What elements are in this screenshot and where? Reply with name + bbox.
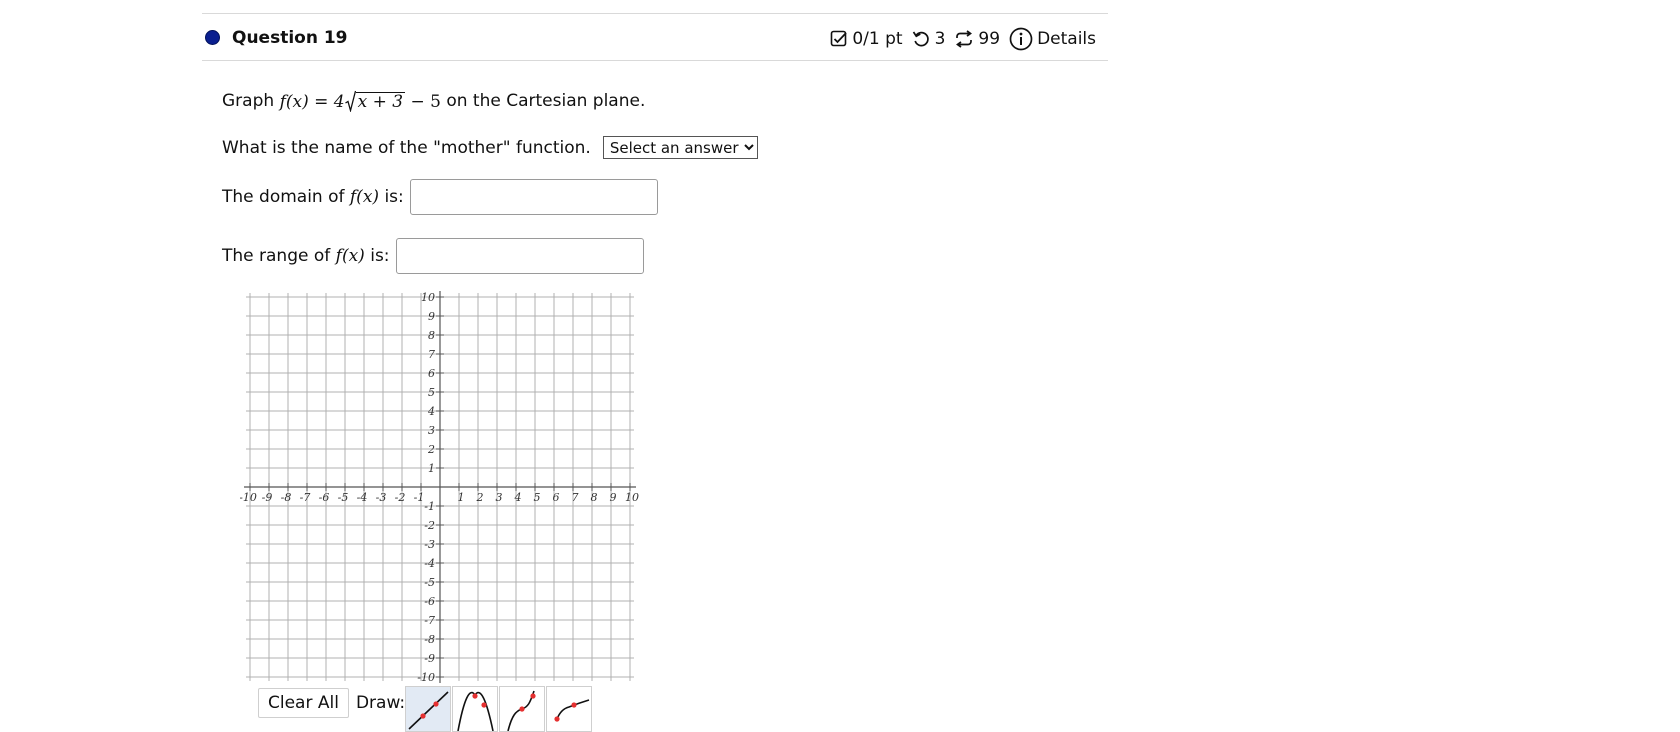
y-tick-label: -5 — [424, 576, 435, 589]
x-tick-label: 10 — [625, 491, 639, 504]
status-dot — [205, 30, 220, 45]
formula-lhs: f(x) = 4 — [279, 92, 345, 112]
range-row: The range of f(x) is: — [222, 238, 644, 274]
range-label: The range of — [222, 246, 331, 266]
parabola-tool-button[interactable] — [452, 686, 498, 732]
formula-radicand: x + 3 — [355, 92, 406, 112]
x-tick-label: 8 — [591, 491, 598, 504]
y-tick-label: -4 — [424, 557, 435, 570]
line-tool-button[interactable] — [405, 686, 451, 732]
x-tick-label: -3 — [376, 491, 387, 504]
x-tick-label: -4 — [357, 491, 368, 504]
prompt-prefix: Graph — [222, 91, 275, 111]
x-tick-label: 4 — [514, 491, 522, 504]
attempts-count: 99 — [978, 29, 1001, 49]
info-icon — [1009, 27, 1033, 51]
clear-all-button[interactable]: Clear All — [258, 688, 349, 718]
function-formula: f(x) = 4 x + 3 − 5 — [280, 90, 441, 112]
undo-icon — [912, 31, 929, 47]
domain-function-name: f(x) — [349, 187, 380, 207]
y-tick-label: -2 — [424, 519, 435, 532]
y-tick-label: -10 — [417, 671, 435, 684]
x-tick-label: 5 — [534, 491, 541, 504]
y-tick-label: 10 — [421, 291, 435, 304]
x-tick-label: -5 — [338, 491, 349, 504]
x-tick-label: -9 — [262, 491, 273, 504]
x-tick-label: 3 — [496, 491, 503, 504]
y-tick-label: 2 — [427, 443, 435, 456]
y-tick-label: 6 — [428, 367, 435, 380]
y-tick-label: 5 — [428, 386, 435, 399]
domain-input[interactable] — [409, 179, 658, 215]
points-indicator: 0/1 pt — [830, 29, 903, 49]
graph-toolbar: Clear All Draw: — [258, 688, 411, 718]
y-tick-label: 4 — [427, 405, 435, 418]
parabola-tool-icon — [457, 691, 494, 731]
y-tick-label: -6 — [424, 595, 435, 608]
x-tick-label: 6 — [553, 491, 560, 504]
sqrt-tool-button[interactable] — [546, 686, 592, 732]
cubic-tool-icon — [507, 690, 536, 731]
y-tick-label: 7 — [428, 348, 435, 361]
attempts-indicator: 99 — [954, 29, 1000, 49]
details-button[interactable]: Details — [1009, 27, 1096, 51]
y-tick-label: 3 — [428, 424, 435, 437]
x-tick-label: -1 — [414, 491, 425, 504]
domain-row: The domain of f(x) is: — [222, 179, 658, 215]
y-tick-label: -9 — [424, 652, 435, 665]
mother-function-select[interactable]: Select an answer — [602, 136, 758, 159]
mother-function-label: What is the name of the "mother" functio… — [222, 137, 591, 158]
x-tick-label: 1 — [458, 491, 465, 504]
domain-label-suffix: is: — [384, 187, 404, 207]
x-tick-label: 7 — [572, 491, 579, 504]
y-tick-label: -1 — [424, 500, 435, 513]
prompt-suffix: on the Cartesian plane. — [446, 91, 646, 111]
radical-sign-icon — [344, 90, 356, 112]
points-text: 0/1 pt — [852, 29, 903, 49]
y-tick-label: 1 — [428, 462, 435, 475]
range-function-name: f(x) — [335, 246, 365, 266]
range-input[interactable] — [395, 238, 644, 274]
question-meta: 0/1 pt 3 99 Details — [821, 27, 1096, 51]
x-tick-label: -7 — [300, 491, 311, 504]
draw-label: Draw: — [355, 693, 406, 713]
formula-rest: − 5 — [410, 92, 441, 112]
y-tick-label: -8 — [424, 633, 435, 646]
draw-tools — [405, 686, 593, 732]
domain-label: The domain of — [222, 187, 345, 207]
question-header: Question 19 0/1 pt 3 99 Details — [202, 13, 1108, 61]
checkbox-icon — [831, 30, 848, 47]
sqrt-symbol: x + 3 — [344, 90, 406, 112]
y-tick-label: -3 — [424, 538, 435, 551]
sqrt-tool-icon — [554, 699, 590, 722]
repeat-icon — [956, 30, 973, 48]
x-tick-label: -2 — [395, 491, 406, 504]
x-tick-label: -8 — [281, 491, 292, 504]
retries-count: 3 — [934, 29, 946, 49]
retries-indicator: 3 — [912, 29, 946, 49]
cartesian-graph[interactable]: -10 -9 -8 -7 -6 -5 -4 -3 -2 -1 1 2 3 4 5 6 7 8 9 1010987654… — [240, 287, 640, 687]
x-tick-label: -6 — [319, 491, 330, 504]
cubic-tool-button[interactable] — [499, 686, 545, 732]
question-title: Question 19 — [232, 28, 348, 48]
y-tick-label: 8 — [428, 329, 435, 342]
question-prompt: Graph f(x) = 4 x + 3 − 5 on the Cartesia… — [222, 90, 645, 112]
x-tick-label: 9 — [610, 491, 617, 504]
mother-function-row: What is the name of the "mother" functio… — [222, 136, 758, 159]
y-tick-label: -7 — [424, 614, 435, 627]
line-tool-icon — [408, 691, 449, 730]
details-label: Details — [1037, 29, 1096, 49]
y-tick-label: 9 — [428, 310, 435, 323]
x-tick-label: -10 — [240, 491, 257, 504]
range-label-suffix: is: — [370, 246, 390, 266]
x-tick-label: 2 — [476, 491, 484, 504]
